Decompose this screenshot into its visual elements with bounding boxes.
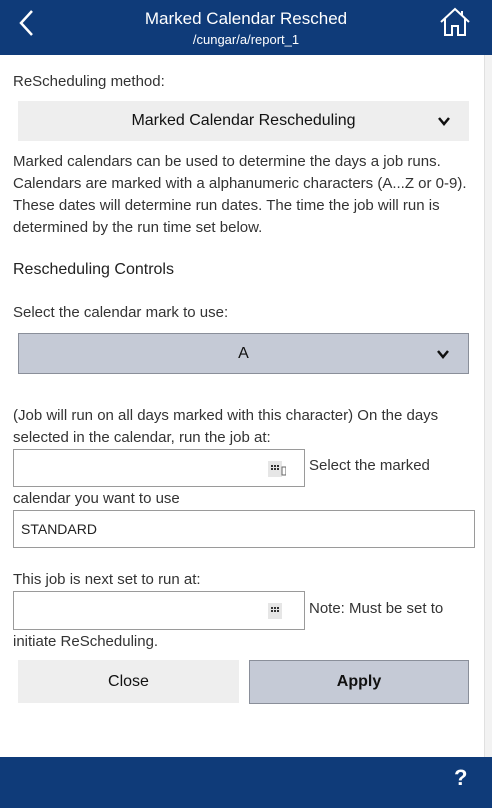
method-label: ReScheduling method: [13, 73, 165, 90]
app-header: Marked Calendar Resched /cungar/a/report… [0, 0, 492, 55]
controls-heading: Rescheduling Controls [13, 261, 174, 278]
run-time-input[interactable] [13, 449, 305, 487]
next-run-input[interactable] [13, 591, 305, 630]
method-description: Marked calendars can be used to determin… [13, 153, 467, 236]
calendar-grid-icon[interactable] [268, 461, 286, 477]
home-icon[interactable] [438, 6, 472, 38]
mark-label: Select the calendar mark to use: [13, 304, 229, 321]
close-button[interactable]: Close [18, 660, 239, 703]
method-select[interactable]: Marked Calendar Rescheduling [18, 101, 469, 141]
page-title: Marked Calendar Resched [144, 9, 348, 28]
app-footer: ? [0, 757, 492, 808]
page-subtitle: /cungar/a/report_1 [192, 32, 300, 47]
chevron-down-icon [438, 117, 450, 126]
next-run-note-continued: initiate ReScheduling. [13, 633, 159, 650]
method-select-value: Marked Calendar Rescheduling [131, 112, 356, 129]
calendar-mark-value: A [238, 344, 249, 362]
calendar-mark-select[interactable]: A [18, 333, 469, 374]
calendar-label: Select the marked [309, 457, 430, 474]
next-run-label: This job is next set to run at: [13, 571, 201, 588]
calendar-grid-icon[interactable] [268, 603, 286, 619]
apply-button[interactable]: Apply [249, 660, 469, 704]
next-run-note: Note: Must be set to [309, 600, 444, 617]
scrollbar[interactable] [484, 55, 492, 757]
run-note: (Job will run on all days marked with th… [13, 407, 439, 446]
calendar-label-continued: calendar you want to use [13, 490, 180, 507]
help-icon[interactable]: ? [454, 765, 467, 791]
chevron-down-icon [437, 350, 449, 359]
calendar-name-input[interactable]: STANDARD [13, 510, 475, 548]
